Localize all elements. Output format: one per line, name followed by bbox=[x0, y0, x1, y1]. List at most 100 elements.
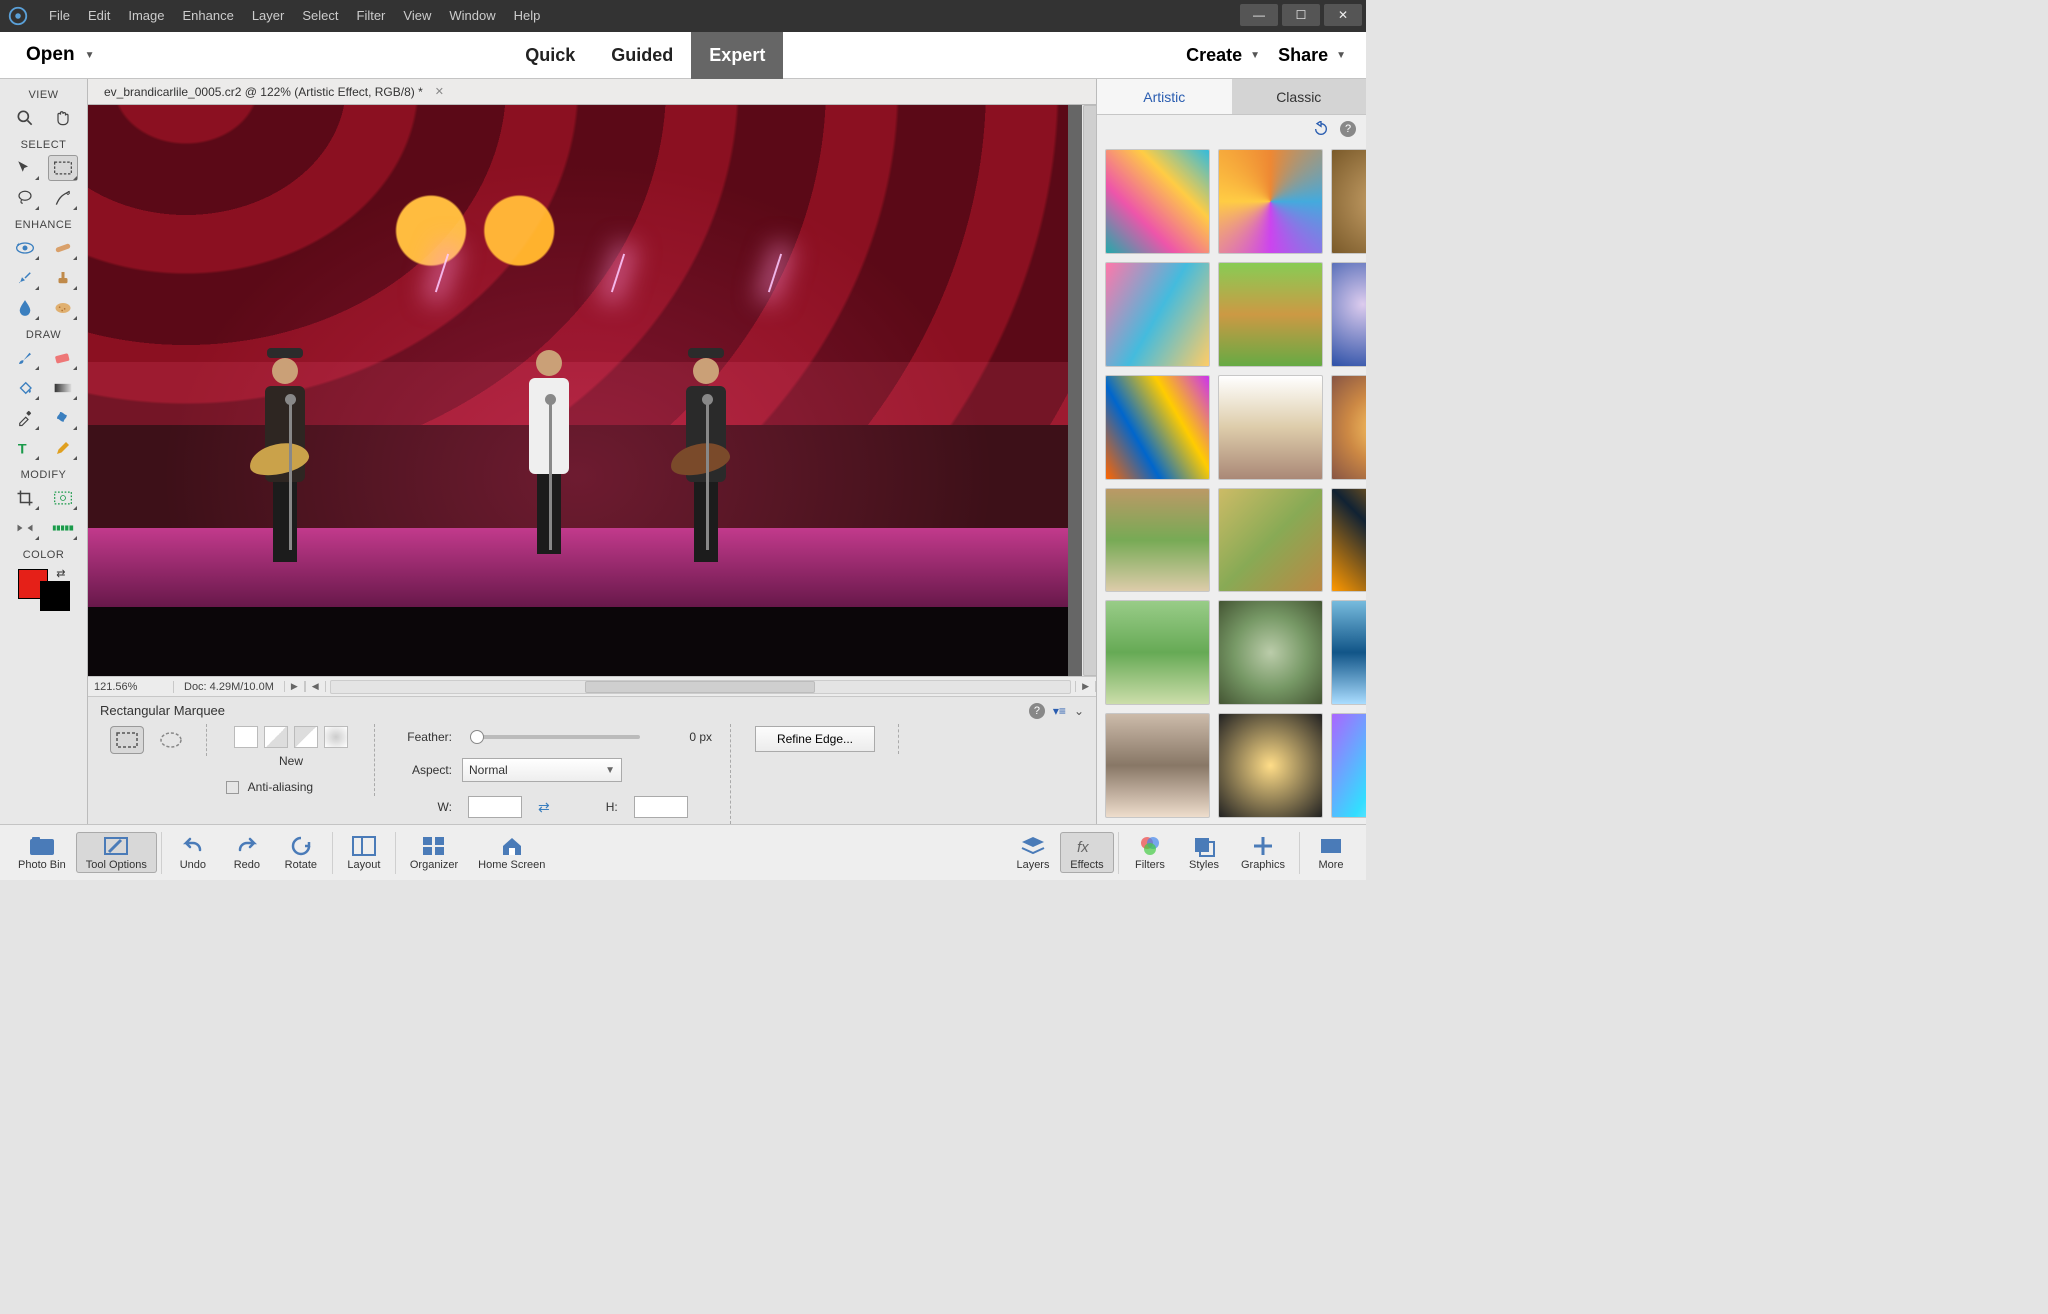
zoom-level[interactable]: 121.56% bbox=[88, 681, 174, 693]
effects-tab-classic[interactable]: Classic bbox=[1232, 79, 1367, 114]
marquee-tool[interactable] bbox=[48, 155, 78, 181]
panel-menu-icon[interactable]: ▾≡ bbox=[1053, 704, 1066, 718]
menu-image[interactable]: Image bbox=[119, 0, 173, 32]
taskbar-effects[interactable]: fxEffects bbox=[1060, 832, 1114, 873]
redeye-tool[interactable]: + bbox=[10, 235, 40, 261]
quick-select-tool[interactable] bbox=[48, 185, 78, 211]
type-tool[interactable]: T bbox=[10, 435, 40, 461]
eraser-tool[interactable] bbox=[48, 345, 78, 371]
effect-thumbnail[interactable] bbox=[1218, 262, 1323, 367]
aspect-combo[interactable]: Normal ▼ bbox=[462, 758, 622, 782]
window-maximize-button[interactable]: ☐ bbox=[1282, 4, 1320, 26]
effect-thumbnail[interactable] bbox=[1331, 262, 1366, 367]
mode-tab-guided[interactable]: Guided bbox=[593, 32, 691, 79]
swap-wh-icon[interactable]: ⇄ bbox=[538, 799, 550, 816]
crop-tool[interactable] bbox=[10, 485, 40, 511]
open-button[interactable]: Open ▼ bbox=[14, 44, 104, 66]
window-close-button[interactable]: ✕ bbox=[1324, 4, 1362, 26]
zoom-tool[interactable] bbox=[10, 105, 40, 131]
taskbar-redo[interactable]: Redo bbox=[220, 832, 274, 873]
pencil-tool[interactable] bbox=[48, 435, 78, 461]
mode-tab-quick[interactable]: Quick bbox=[507, 32, 593, 79]
smart-brush-tool[interactable] bbox=[10, 265, 40, 291]
effect-thumbnail[interactable] bbox=[1331, 149, 1366, 254]
taskbar-graphics[interactable]: Graphics bbox=[1231, 832, 1295, 873]
taskbar-layout[interactable]: Layout bbox=[337, 832, 391, 873]
help-icon[interactable]: ? bbox=[1029, 703, 1045, 719]
taskbar-photo-bin[interactable]: Photo Bin bbox=[8, 832, 76, 873]
refine-edge-button[interactable]: Refine Edge... bbox=[755, 726, 875, 752]
color-wells[interactable]: ⇄ bbox=[16, 567, 72, 611]
hscroll-left-icon[interactable]: ◀ bbox=[305, 681, 326, 692]
selection-new-icon[interactable] bbox=[234, 726, 258, 748]
effect-thumbnail[interactable] bbox=[1331, 600, 1366, 705]
effect-thumbnail[interactable] bbox=[1218, 713, 1323, 818]
share-menu[interactable]: Share▼ bbox=[1278, 45, 1346, 66]
window-minimize-button[interactable]: — bbox=[1240, 4, 1278, 26]
panel-help-icon[interactable]: ? bbox=[1340, 121, 1356, 137]
effect-thumbnail[interactable] bbox=[1105, 262, 1210, 367]
vertical-scrollbar[interactable] bbox=[1082, 105, 1096, 676]
taskbar-layers[interactable]: Layers bbox=[1006, 832, 1060, 873]
height-input[interactable] bbox=[634, 796, 688, 818]
taskbar-rotate[interactable]: Rotate bbox=[274, 832, 328, 873]
move-tool[interactable] bbox=[10, 155, 40, 181]
hscroll-right-icon[interactable]: ▶ bbox=[1075, 681, 1096, 692]
taskbar-undo[interactable]: Undo bbox=[166, 832, 220, 873]
create-menu[interactable]: Create▼ bbox=[1186, 45, 1260, 66]
effect-thumbnail[interactable] bbox=[1218, 600, 1323, 705]
effect-thumbnail[interactable] bbox=[1218, 149, 1323, 254]
taskbar-styles[interactable]: Styles bbox=[1177, 832, 1231, 873]
recompose-tool[interactable] bbox=[48, 485, 78, 511]
taskbar-filters[interactable]: Filters bbox=[1123, 832, 1177, 873]
blur-tool[interactable] bbox=[10, 295, 40, 321]
selection-subtract-icon[interactable] bbox=[294, 726, 318, 748]
document-tab[interactable]: ev_brandicarlile_0005.cr2 @ 122% (Artist… bbox=[98, 85, 454, 99]
sponge-tool[interactable] bbox=[48, 295, 78, 321]
paint-bucket-tool[interactable] bbox=[10, 375, 40, 401]
spot-heal-tool[interactable] bbox=[48, 235, 78, 261]
selection-intersect-icon[interactable] bbox=[324, 726, 348, 748]
effect-thumbnail[interactable] bbox=[1105, 600, 1210, 705]
menu-help[interactable]: Help bbox=[505, 0, 550, 32]
reset-effect-icon[interactable] bbox=[1312, 121, 1330, 137]
feather-slider[interactable] bbox=[470, 735, 640, 739]
menu-enhance[interactable]: Enhance bbox=[174, 0, 243, 32]
effect-thumbnail[interactable] bbox=[1105, 375, 1210, 480]
content-aware-move-tool[interactable] bbox=[10, 515, 40, 541]
marquee-rect-option[interactable] bbox=[110, 726, 144, 754]
background-color[interactable] bbox=[40, 581, 70, 611]
effect-thumbnail[interactable] bbox=[1331, 713, 1366, 818]
canvas[interactable] bbox=[88, 105, 1082, 676]
menu-edit[interactable]: Edit bbox=[79, 0, 119, 32]
clone-stamp-tool[interactable] bbox=[48, 265, 78, 291]
menu-select[interactable]: Select bbox=[293, 0, 347, 32]
effect-thumbnail[interactable] bbox=[1105, 488, 1210, 593]
horizontal-scrollbar[interactable] bbox=[330, 680, 1071, 694]
lasso-tool[interactable] bbox=[10, 185, 40, 211]
mode-tab-expert[interactable]: Expert bbox=[691, 32, 783, 79]
anti-aliasing-checkbox[interactable] bbox=[226, 781, 239, 794]
menu-file[interactable]: File bbox=[40, 0, 79, 32]
menu-window[interactable]: Window bbox=[440, 0, 504, 32]
taskbar-more[interactable]: More bbox=[1304, 832, 1358, 873]
collapse-panel-icon[interactable]: ⌄ bbox=[1074, 704, 1084, 718]
marquee-ellipse-option[interactable] bbox=[154, 726, 188, 754]
brush-tool[interactable] bbox=[10, 345, 40, 371]
effects-tab-artistic[interactable]: Artistic bbox=[1097, 79, 1232, 114]
close-tab-icon[interactable]: ✕ bbox=[431, 85, 448, 98]
taskbar-organizer[interactable]: Organizer bbox=[400, 832, 468, 873]
straighten-tool[interactable] bbox=[48, 515, 78, 541]
width-input[interactable] bbox=[468, 796, 522, 818]
effect-thumbnail[interactable] bbox=[1105, 713, 1210, 818]
menu-filter[interactable]: Filter bbox=[348, 0, 395, 32]
swap-colors-icon[interactable]: ⇄ bbox=[56, 567, 65, 580]
status-caret-icon[interactable]: ▶ bbox=[284, 681, 305, 692]
gradient-tool[interactable] bbox=[48, 375, 78, 401]
shape-tool[interactable] bbox=[48, 405, 78, 431]
menu-view[interactable]: View bbox=[394, 0, 440, 32]
effect-thumbnail[interactable] bbox=[1105, 149, 1210, 254]
effect-thumbnail[interactable] bbox=[1331, 375, 1366, 480]
eyedropper-tool[interactable] bbox=[10, 405, 40, 431]
taskbar-tool-options[interactable]: Tool Options bbox=[76, 832, 157, 873]
